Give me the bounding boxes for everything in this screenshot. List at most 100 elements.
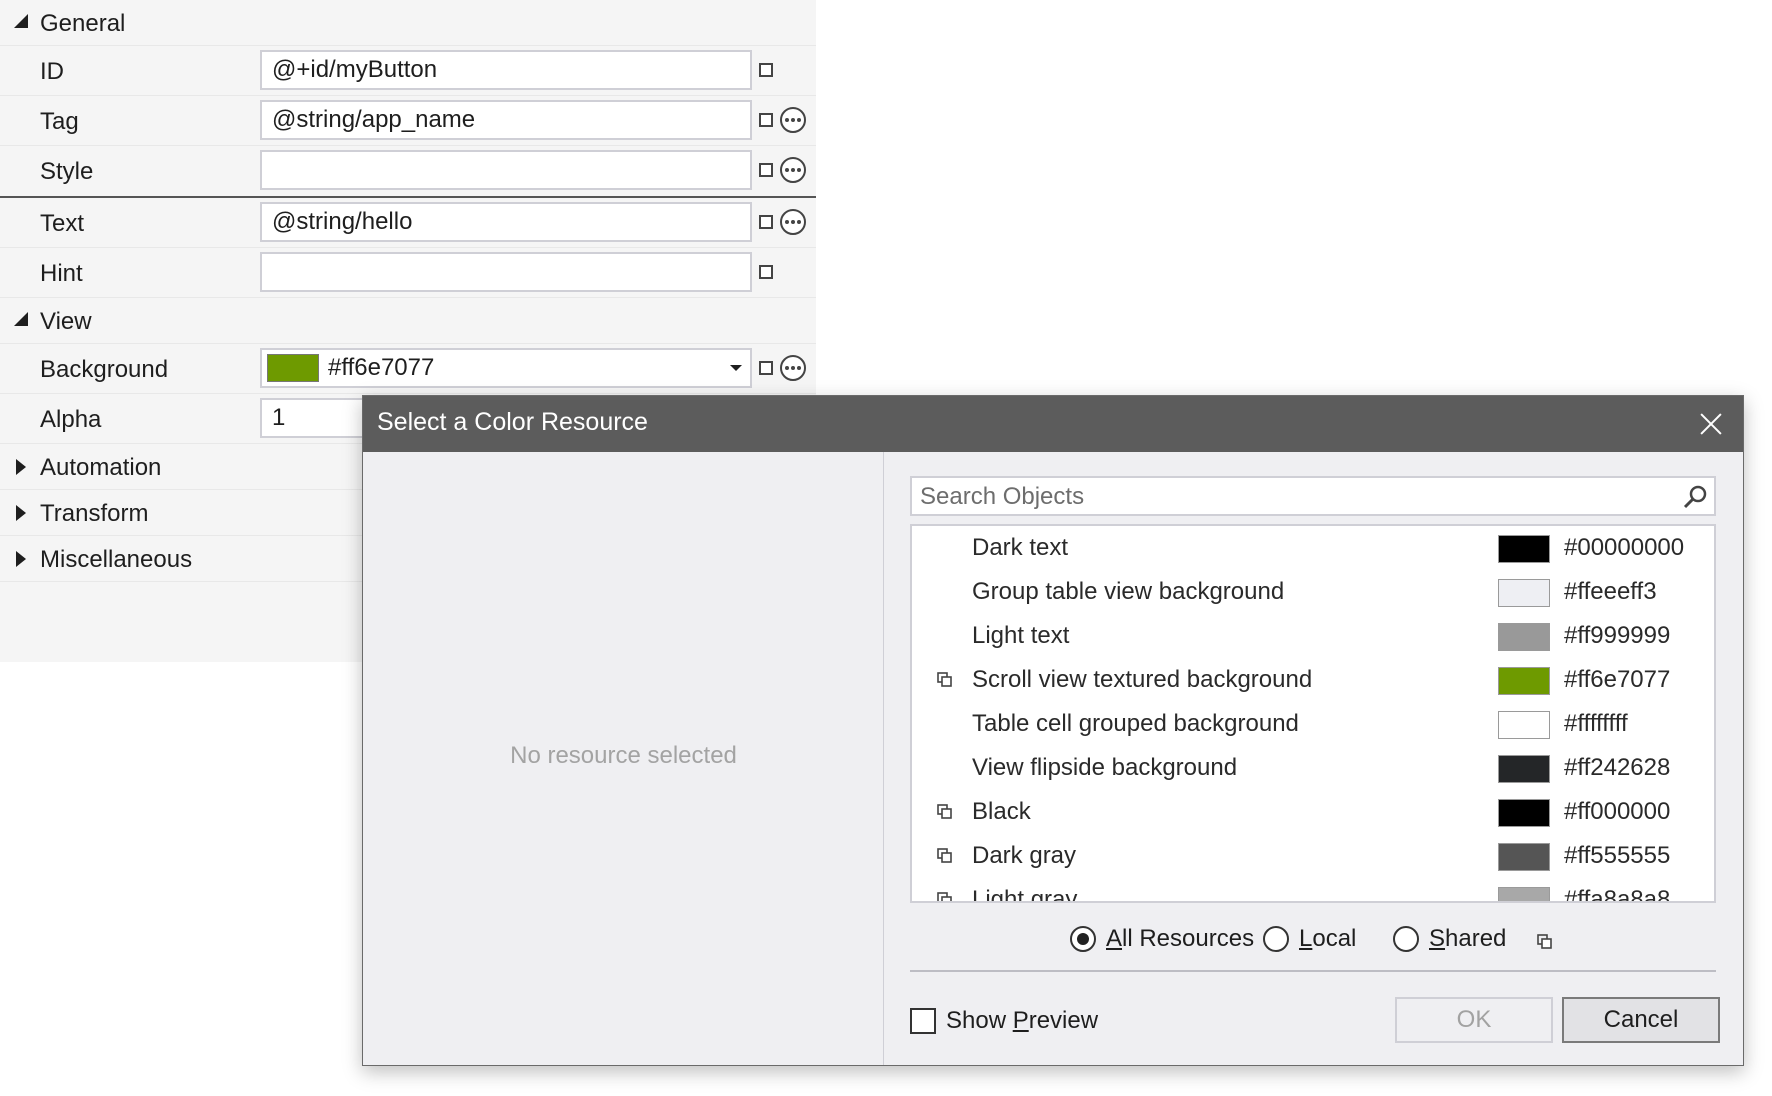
checkbox-label: Show Preview	[946, 1007, 1099, 1034]
more-options-icon[interactable]	[780, 209, 806, 235]
shared-resource-icon	[937, 892, 953, 901]
property-row-hint: Hint	[0, 248, 816, 298]
background-color-dropdown[interactable]: #ff6e7077	[260, 348, 752, 388]
resource-name: View flipside background	[972, 754, 1238, 781]
resource-hex: #00000000	[1564, 534, 1685, 561]
dialog-title: Select a Color Resource	[377, 408, 648, 436]
radio-button[interactable]	[1070, 926, 1096, 952]
radio-label: Local	[1299, 925, 1357, 952]
checkbox[interactable]	[910, 1008, 936, 1034]
expand-arrow-icon[interactable]	[16, 551, 26, 567]
text-field[interactable]: @string/hello	[260, 202, 752, 242]
search-input[interactable]	[920, 482, 1660, 512]
resource-name: Table cell grouped background	[972, 710, 1299, 737]
property-marker-icon[interactable]	[759, 361, 773, 375]
category-label: General	[40, 10, 126, 37]
property-label: Hint	[40, 260, 83, 287]
resource-name: Group table view background	[972, 578, 1285, 605]
close-icon[interactable]	[1693, 406, 1729, 442]
resource-row[interactable]: Light gray #ffa8a8a8	[912, 878, 1714, 903]
property-row-tag: Tag @string/app_name	[0, 96, 816, 146]
resource-hex: #ffffffff	[1564, 710, 1628, 737]
preview-pane: No resource selected	[363, 452, 884, 1065]
property-label: Text	[40, 210, 85, 237]
resource-hex: #ffa8a8a8	[1564, 886, 1671, 903]
color-swatch	[1498, 799, 1550, 827]
collapse-arrow-icon[interactable]	[14, 312, 28, 326]
category-label: Miscellaneous	[40, 546, 193, 573]
resource-hex: #ff000000	[1564, 798, 1671, 825]
resource-row[interactable]: Black #ff000000	[912, 790, 1714, 834]
more-options-icon[interactable]	[780, 157, 806, 183]
color-swatch	[1498, 711, 1550, 739]
radio-button[interactable]	[1393, 926, 1419, 952]
category-label: View	[40, 308, 92, 335]
no-resource-message: No resource selected	[510, 742, 737, 769]
color-swatch	[1498, 579, 1550, 607]
shared-resource-icon	[937, 672, 953, 688]
resource-name: Light gray	[972, 886, 1078, 903]
radio-label: All Resources	[1106, 925, 1255, 952]
color-swatch	[1498, 667, 1550, 695]
chevron-down-icon[interactable]	[730, 365, 742, 371]
expand-arrow-icon[interactable]	[16, 505, 26, 521]
divider	[910, 970, 1716, 972]
resource-name: Light text	[972, 622, 1070, 649]
shared-resource-icon	[937, 848, 953, 864]
more-options-icon[interactable]	[780, 355, 806, 381]
property-label: Style	[40, 158, 94, 185]
property-marker-icon[interactable]	[759, 113, 773, 127]
id-field[interactable]: @+id/myButton	[260, 50, 752, 90]
collapse-arrow-icon[interactable]	[14, 14, 28, 28]
search-box	[910, 476, 1716, 516]
resource-name: Dark text	[972, 534, 1069, 561]
property-marker-icon[interactable]	[759, 215, 773, 229]
property-row-style: Style	[0, 146, 816, 198]
dialog-title-bar[interactable]: Select a Color Resource	[363, 396, 1743, 452]
property-row-id: ID @+id/myButton	[0, 46, 816, 96]
color-swatch	[1498, 535, 1550, 563]
cancel-button[interactable]: Cancel	[1562, 997, 1720, 1043]
resource-row[interactable]: View flipside background #ff242628	[912, 746, 1714, 790]
resource-hex: #ff999999	[1564, 622, 1671, 649]
property-row-background: Background #ff6e7077	[0, 344, 816, 394]
property-label: ID	[40, 58, 64, 85]
color-swatch	[267, 354, 319, 382]
resource-name: Dark gray	[972, 842, 1077, 869]
more-options-icon[interactable]	[780, 107, 806, 133]
resource-list[interactable]: Dark text #00000000 Group table view backg…	[910, 524, 1716, 903]
resource-row[interactable]: Scroll view textured background #ff6e7077	[912, 658, 1714, 702]
tag-field[interactable]: @string/app_name	[260, 100, 752, 140]
resource-name: Scroll view textured background	[972, 666, 1313, 693]
color-swatch	[1498, 755, 1550, 783]
property-label: Tag	[40, 108, 79, 135]
resource-row[interactable]: Dark text #00000000	[912, 526, 1714, 570]
resource-name: Black	[972, 798, 1031, 825]
ok-button[interactable]: OK	[1395, 997, 1553, 1043]
search-icon[interactable]	[1682, 484, 1708, 510]
resource-row[interactable]: Dark gray #ff555555	[912, 834, 1714, 878]
resource-row[interactable]: Group table view background #ffeeeff3	[912, 570, 1714, 614]
radio-label: Shared	[1429, 925, 1507, 952]
select-color-resource-dialog: Select a Color Resource No resource sele…	[362, 395, 1744, 1066]
hint-field[interactable]	[260, 252, 752, 292]
resource-hex: #ff6e7077	[1564, 666, 1671, 693]
resource-hex: #ff242628	[1564, 754, 1671, 781]
shared-resource-icon	[1537, 934, 1552, 949]
category-general[interactable]: General	[0, 0, 816, 46]
property-marker-icon[interactable]	[759, 63, 773, 77]
expand-arrow-icon[interactable]	[16, 459, 26, 475]
category-view[interactable]: View	[0, 298, 816, 344]
property-marker-icon[interactable]	[759, 163, 773, 177]
property-row-text: Text @string/hello	[0, 198, 816, 248]
property-marker-icon[interactable]	[759, 265, 773, 279]
color-swatch	[1498, 887, 1550, 901]
background-value: #ff6e7077	[328, 354, 435, 381]
resource-row[interactable]: Light text #ff999999	[912, 614, 1714, 658]
radio-button[interactable]	[1263, 926, 1289, 952]
color-swatch	[1498, 843, 1550, 871]
resource-row[interactable]: Table cell grouped background #ffffffff	[912, 702, 1714, 746]
resource-hex: #ff555555	[1564, 842, 1671, 869]
category-label: Automation	[40, 454, 162, 481]
style-field[interactable]	[260, 150, 752, 190]
